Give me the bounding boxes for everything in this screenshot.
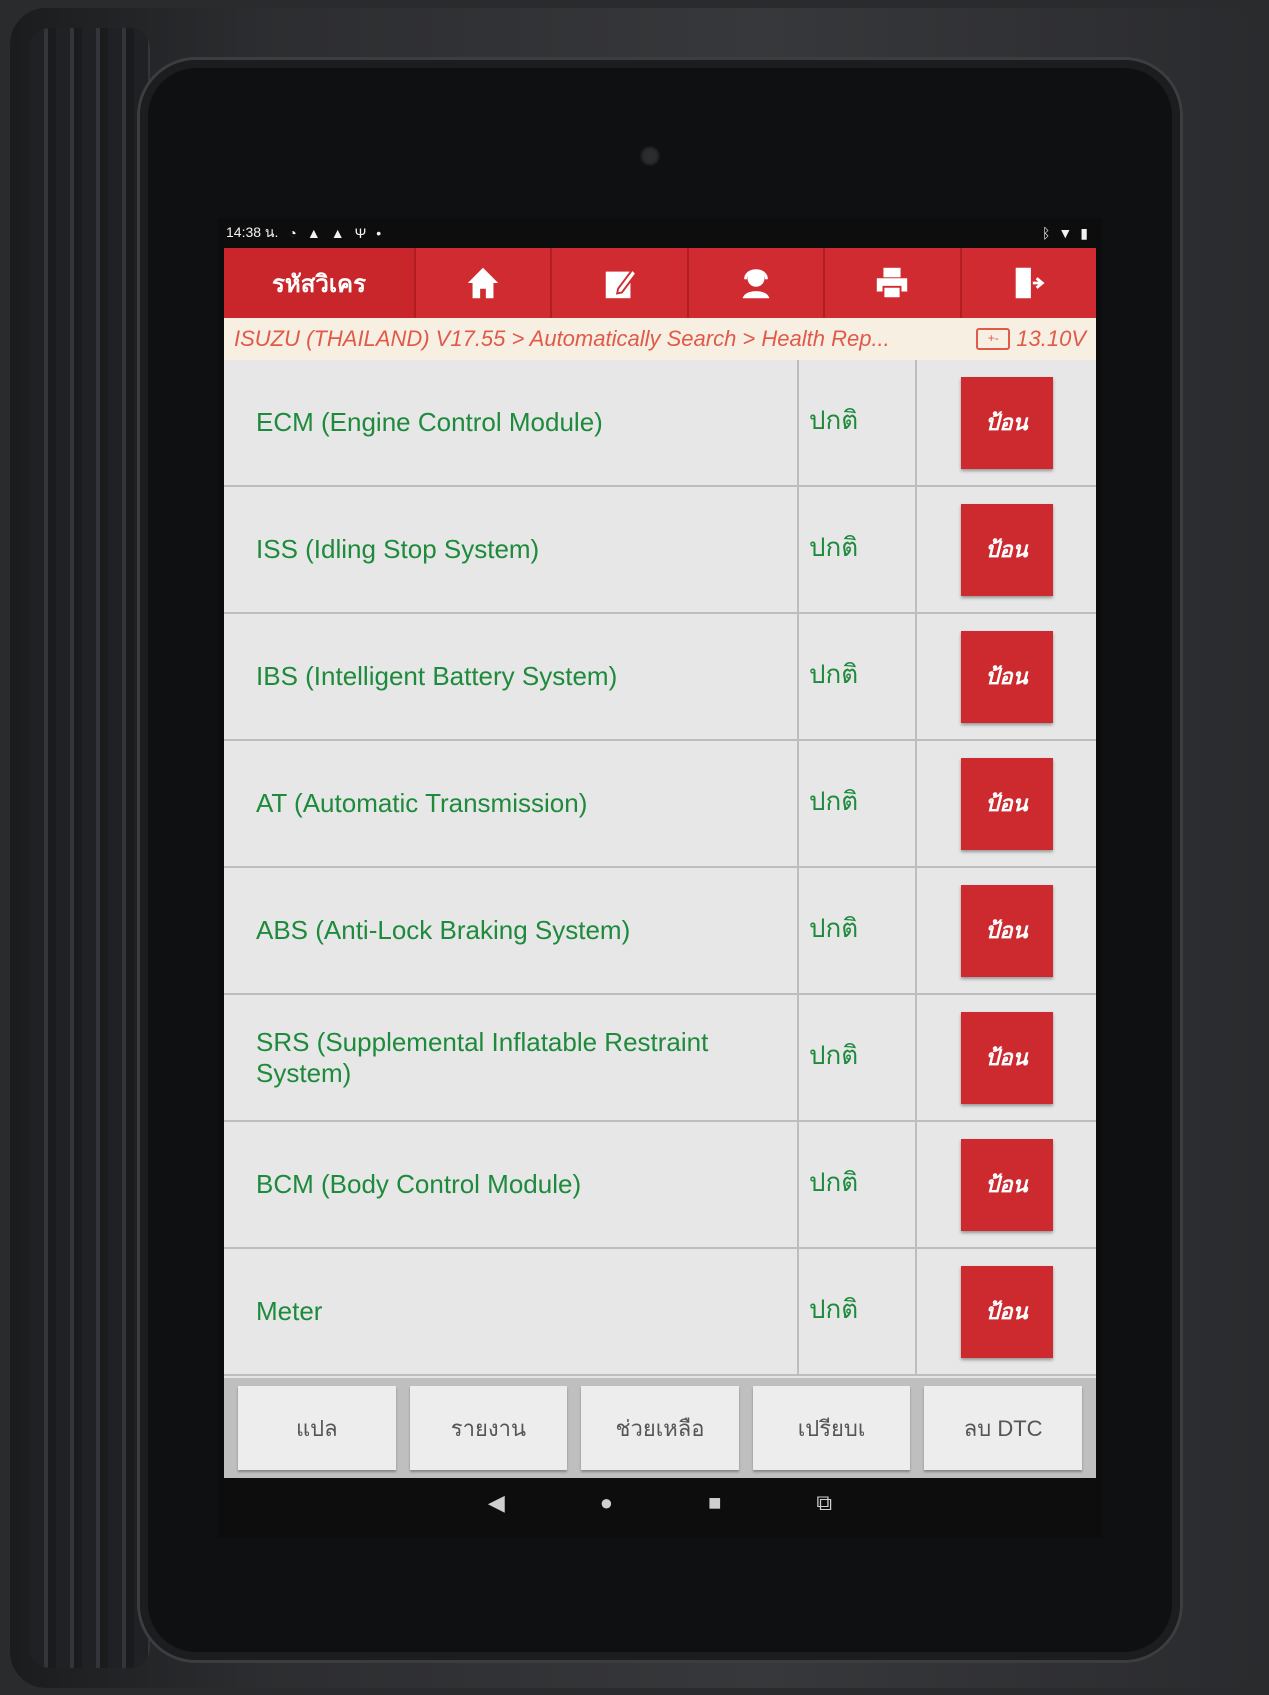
module-name: ISS (Idling Stop System): [224, 487, 799, 612]
edit-button[interactable]: [550, 248, 687, 318]
voltage-value: 13.10V: [1016, 326, 1086, 351]
bluetooth-icon: ᛒ: [1042, 225, 1051, 241]
module-name: ECM (Engine Control Module): [224, 360, 799, 485]
warning-icon: ▲: [330, 225, 345, 241]
module-status: ปกติ: [799, 614, 917, 739]
module-name: ABS (Anti-Lock Braking System): [224, 868, 799, 993]
support-button[interactable]: [686, 248, 824, 318]
wifi-icon: ▼: [1058, 225, 1073, 241]
edit-icon: [605, 268, 638, 299]
help-button[interactable]: ช่วยเหลือ: [581, 1386, 739, 1470]
table-row: Meter ปกติ ป้อน: [224, 1249, 1096, 1376]
enter-button[interactable]: ป้อน: [960, 1011, 1053, 1104]
enter-button[interactable]: ป้อน: [960, 1138, 1053, 1231]
module-status: ปกติ: [799, 1122, 917, 1247]
enter-button[interactable]: ป้อน: [960, 757, 1053, 850]
enter-button[interactable]: ป้อน: [960, 503, 1053, 596]
warning-icon: ▲: [306, 225, 321, 241]
compare-button[interactable]: เปรียบเ: [752, 1386, 911, 1470]
battery-icon: ▮: [1080, 224, 1088, 241]
module-status: ปกติ: [799, 868, 917, 993]
screenshot-icon[interactable]: ⧉: [816, 1490, 832, 1516]
dot-icon: •: [376, 225, 382, 241]
table-row: AT (Automatic Transmission) ปกติ ป้อน: [224, 741, 1096, 868]
table-row: SRS (Supplemental Inflatable Restraint S…: [224, 995, 1096, 1122]
exit-button[interactable]: [959, 248, 1097, 318]
module-name: SRS (Supplemental Inflatable Restraint S…: [224, 995, 799, 1120]
home-button[interactable]: [414, 248, 551, 318]
breadcrumb: ISUZU (THAILAND) V17.55 > Automatically …: [224, 318, 1096, 360]
app-toolbar: รหัสวิเคร: [224, 248, 1097, 318]
print-button[interactable]: [823, 248, 960, 318]
table-row: IBS (Intelligent Battery System) ปกติ ป้…: [224, 614, 1096, 741]
recents-icon[interactable]: ■: [708, 1490, 721, 1516]
enter-button[interactable]: ป้อน: [960, 630, 1053, 723]
clear-dtc-button[interactable]: ลบ DTC: [924, 1386, 1082, 1470]
app-title: รหัสวิเคร: [272, 270, 366, 298]
front-camera: [640, 146, 660, 166]
print-icon: [877, 267, 908, 300]
exit-icon: [1015, 267, 1045, 299]
bottom-toolbar: แปล รายงาน ช่วยเหลือ เปรียบเ ลบ DTC: [224, 1378, 1096, 1478]
report-button[interactable]: รายงาน: [409, 1386, 568, 1470]
module-list: ECM (Engine Control Module) ปกติ ป้อน IS…: [224, 360, 1096, 1378]
breadcrumb-path: ISUZU (THAILAND) V17.55 > Automatically …: [234, 326, 890, 351]
module-status: ปกติ: [799, 995, 917, 1120]
table-row: BCM (Body Control Module) ปกติ ป้อน: [224, 1122, 1096, 1249]
enter-button[interactable]: ป้อน: [960, 376, 1053, 469]
enter-button[interactable]: ป้อน: [960, 884, 1053, 977]
table-row: ISS (Idling Stop System) ปกติ ป้อน: [224, 487, 1096, 614]
status-time: 14:38 น.: [226, 224, 279, 240]
back-icon[interactable]: ◀: [488, 1490, 505, 1516]
enter-button[interactable]: ป้อน: [960, 1265, 1053, 1358]
usb-icon: Ψ: [354, 225, 367, 241]
module-status: ปกติ: [799, 487, 917, 612]
android-nav-bar: ◀ ● ■ ⧉: [218, 1478, 1102, 1528]
translate-button[interactable]: แปล: [238, 1386, 396, 1470]
device-grip: [30, 28, 150, 1668]
support-icon: [742, 269, 770, 299]
table-row: ABS (Anti-Lock Braking System) ปกติ ป้อน: [224, 868, 1096, 995]
module-status: ปกติ: [799, 1249, 917, 1374]
module-name: Meter: [224, 1249, 799, 1374]
module-status: ปกติ: [799, 741, 917, 866]
module-name: AT (Automatic Transmission): [224, 741, 799, 866]
module-name: BCM (Body Control Module): [224, 1122, 799, 1247]
module-name: IBS (Intelligent Battery System): [224, 614, 799, 739]
car-battery-icon: +-: [976, 328, 1011, 350]
home-icon: [468, 267, 499, 299]
module-status: ปกติ: [799, 360, 917, 485]
battery-voltage: +- 13.10V: [976, 326, 1086, 352]
table-row: ECM (Engine Control Module) ปกติ ป้อน: [224, 360, 1096, 487]
tablet-screen: 14:38 น. ◔ ▲ ▲ Ψ • ᛒ ▼ ▮ รหัสวิเคร ISUZU…: [218, 218, 1102, 1538]
clock-icon: ◔: [288, 225, 297, 241]
home-nav-icon[interactable]: ●: [600, 1490, 613, 1516]
status-bar: 14:38 น. ◔ ▲ ▲ Ψ • ᛒ ▼ ▮: [218, 218, 1102, 248]
